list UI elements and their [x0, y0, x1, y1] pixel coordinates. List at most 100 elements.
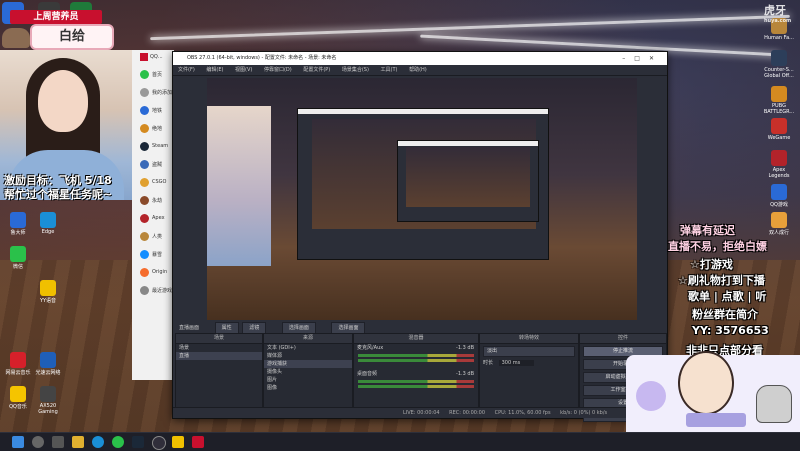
launcher-item[interactable]: 盗贼 [132, 156, 174, 172]
menu-file[interactable]: 文件(F) [178, 67, 195, 73]
desktop-icon-label: 鲁大师 [10, 230, 26, 236]
bitrate: kb/s: 0 (0%) 0 kb/s [560, 410, 608, 416]
scene-item[interactable]: 场景 [176, 344, 262, 352]
desktop-icon[interactable]: AX520 Gaming [34, 386, 62, 415]
apex-icon [771, 150, 787, 166]
pubg-icon [771, 86, 787, 102]
mixer-channel-name: 麦克风/Aux [357, 345, 384, 351]
launcher-item[interactable]: 地铁 [132, 102, 174, 118]
menu-edit[interactable]: 编辑(E) [206, 67, 223, 73]
desktop-icon[interactable]: Apex Legends [762, 150, 796, 179]
obs-window[interactable]: OBS 27.0.1 (64-bit, windows) - 配置文件: 未命名… [172, 51, 668, 422]
game-launcher-window[interactable]: QQ... 首页 我的添加 地铁 绝地 Steam 盗贼 CSGO 永劫 Ape… [132, 50, 174, 380]
menu-help[interactable]: 帮助(H) [409, 67, 427, 73]
menu-profile[interactable]: 配置文件(P) [303, 67, 330, 73]
launcher-item[interactable]: 暴雪 [132, 246, 174, 262]
desktop-icon-label: 双人成行 [768, 230, 789, 236]
source-toolbar: 直播画面 属性 滤镜 选择画面 选择画面 [173, 322, 667, 335]
desktop-icon[interactable]: QQ音乐 [4, 386, 32, 410]
launcher-item[interactable]: Steam [132, 138, 174, 154]
menu-scene-collection[interactable]: 场景集合(S) [342, 67, 369, 73]
desktop-icon[interactable]: 鲁大师 [4, 212, 32, 236]
obs-menubar: 文件(F) 编辑(E) 视图(V) 停靠窗口(D) 配置文件(P) 场景集合(S… [173, 65, 667, 76]
game-icon [140, 105, 149, 115]
source-item[interactable]: 媒体源 [264, 352, 352, 360]
home-icon [140, 69, 149, 79]
task-view-icon[interactable] [52, 436, 64, 448]
csgo-icon [771, 50, 787, 66]
obs-titlebar[interactable]: OBS 27.0.1 (64-bit, windows) - 配置文件: 未命名… [173, 52, 667, 65]
app-icon[interactable] [192, 436, 204, 448]
source-item[interactable]: 图像 [264, 384, 352, 392]
launcher-item-label: 人类 [152, 233, 163, 240]
source-item[interactable]: 文本 (GDI+) [264, 344, 352, 352]
chrome-icon[interactable] [112, 436, 124, 448]
taskbar [0, 432, 800, 451]
transition-type-select[interactable]: 淡出 [483, 346, 575, 357]
desktop-icon[interactable]: WeGame [762, 118, 796, 141]
desktop-icon-label: WeGame [767, 135, 791, 141]
mixer-channel: 桌面音频 -1.3 dB [354, 370, 478, 378]
desktop-icon[interactable]: 光速云网络 [34, 352, 62, 376]
launcher-item-label: 暴雪 [152, 251, 163, 258]
desktop-icon[interactable]: 网易云音乐 [4, 352, 32, 376]
game-icon [140, 159, 149, 169]
desktop-icon[interactable]: Counter-S... Global Off... [762, 50, 796, 79]
source-item[interactable]: 游戏捕获 [264, 360, 352, 368]
launcher-item[interactable]: 我的添加 [132, 84, 174, 100]
desktop-icon-label: Human Fa... [764, 35, 794, 41]
desktop-icon[interactable]: 双人成行 [762, 212, 796, 236]
launcher-item[interactable]: 绝地 [132, 120, 174, 136]
source-item[interactable]: 摄像头 [264, 368, 352, 376]
desktop-icon[interactable]: PUBG BATTLEGR... [762, 86, 796, 115]
watermark-sub: huya.com [764, 18, 792, 24]
desktop-icon[interactable]: QQ游戏 [762, 184, 796, 208]
menu-tools[interactable]: 工具(T) [381, 67, 398, 73]
duration-input[interactable]: 300 ms [498, 360, 535, 366]
windows-start-icon[interactable] [12, 436, 24, 448]
desktop-icon-label: PUBG BATTLEGR... [763, 103, 795, 115]
desktop-icon[interactable]: 微信 [4, 246, 32, 270]
desktop-icon-label: Counter-S... Global Off... [764, 67, 794, 79]
accelerator-icon [40, 352, 56, 368]
launcher-item-label: 我的添加 [152, 89, 173, 96]
launcher-item[interactable]: CSGO [132, 174, 174, 190]
obs-icon[interactable] [152, 436, 166, 450]
volume-meter[interactable] [358, 354, 474, 357]
launcher-item[interactable]: Apex [132, 210, 174, 226]
qq-music-icon [10, 386, 26, 402]
menu-docks[interactable]: 停靠窗口(D) [264, 67, 292, 73]
scene-item[interactable]: 直播 [176, 352, 262, 360]
yy-icon[interactable] [172, 436, 184, 448]
yy-icon [40, 280, 56, 296]
menu-view[interactable]: 视图(V) [235, 67, 252, 73]
mixer-channel-db: -1.3 dB [456, 371, 474, 377]
volume-meter[interactable] [358, 359, 474, 362]
edge-icon[interactable] [92, 436, 104, 448]
desktop-icon[interactable]: Edge [34, 212, 62, 235]
window-controls[interactable]: –□✕ [622, 52, 663, 65]
volume-meter[interactable] [358, 385, 474, 388]
launcher-item-label: 绝地 [152, 125, 163, 132]
desktop-icon[interactable]: YY语音 [34, 280, 62, 304]
launcher-item[interactable]: 人类 [132, 228, 174, 244]
source-item[interactable]: 图片 [264, 376, 352, 384]
apex-icon [140, 213, 149, 223]
search-icon[interactable] [32, 436, 44, 448]
launcher-item-label: 永劫 [152, 197, 163, 204]
goal-line-2: 帮忙过个福星任务呢~ [4, 188, 113, 201]
launcher-brand: QQ... [150, 54, 163, 60]
launcher-item[interactable]: 永劫 [132, 192, 174, 208]
launcher-item[interactable]: 首页 [132, 66, 174, 82]
file-explorer-icon[interactable] [72, 436, 84, 448]
steam-icon [140, 141, 149, 151]
nested-preview [406, 147, 530, 207]
obs-preview[interactable] [207, 78, 637, 320]
cat-avatar-icon [2, 28, 30, 48]
volume-meter[interactable] [358, 380, 474, 383]
launcher-item-label: Apex [152, 215, 165, 221]
launcher-item[interactable]: 最近游戏 [132, 282, 174, 298]
transitions-dock-title: 转场特效 [480, 334, 578, 344]
launcher-item[interactable]: Origin [132, 264, 174, 280]
steam-icon[interactable] [132, 436, 144, 448]
